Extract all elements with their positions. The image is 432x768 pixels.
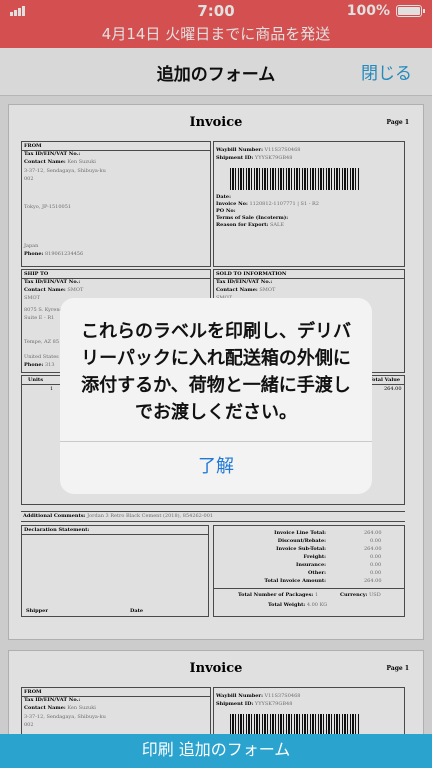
- alert-message: これらのラベルを印刷し、デリバリーパックに入れ配送箱の外側に添付するか、荷物と一…: [81, 321, 351, 423]
- ok-button[interactable]: 了解: [60, 442, 372, 494]
- print-forms-button[interactable]: 印刷 追加のフォーム: [0, 734, 432, 768]
- alert-dialog: これらのラベルを印刷し、デリバリーパックに入れ配送箱の外側に添付するか、荷物と一…: [60, 298, 372, 494]
